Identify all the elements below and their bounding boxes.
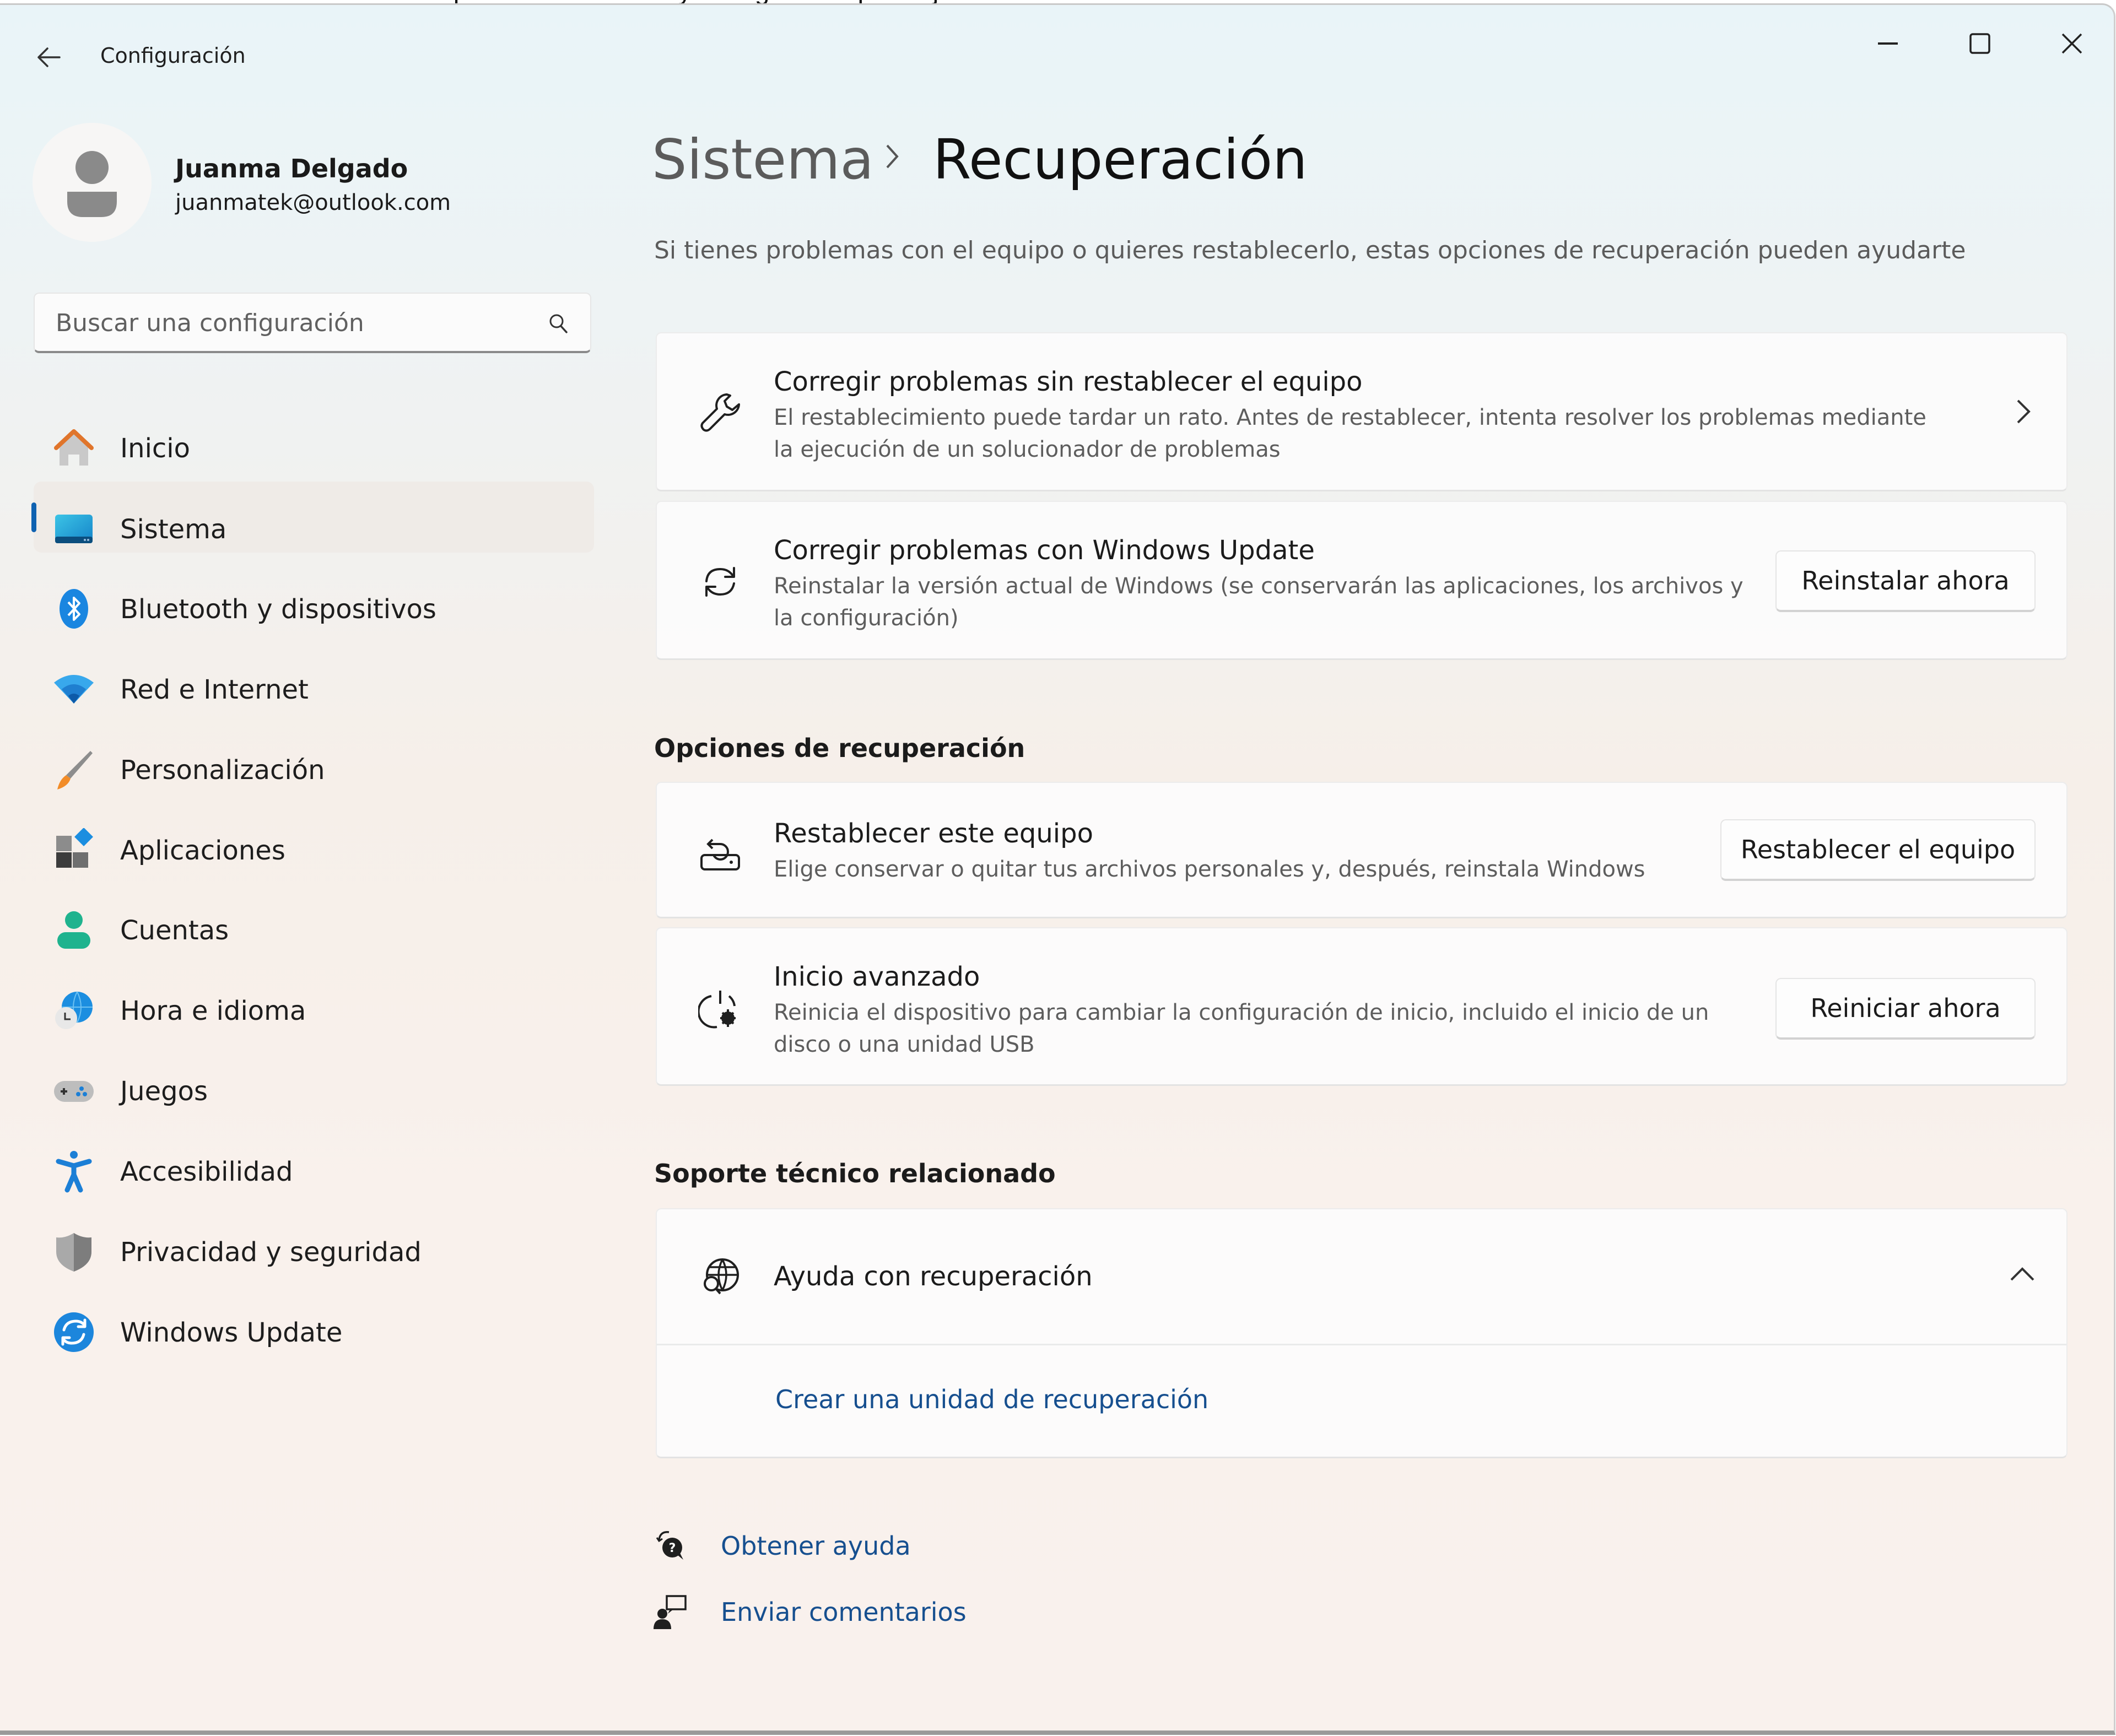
minimize-icon <box>1878 42 1898 45</box>
time-language-icon <box>50 987 98 1034</box>
sidebar-item-cuentas[interactable]: Cuentas <box>34 885 594 951</box>
avatar[interactable] <box>33 123 152 242</box>
sidebar-item-inicio[interactable]: Inicio <box>34 403 594 469</box>
recovery-help-header[interactable]: Ayuda con recuperación <box>657 1209 2066 1344</box>
reset-pc-card: Restablecer este equipo Elige conservar … <box>656 782 2068 918</box>
search-input[interactable] <box>55 306 542 340</box>
search-icon[interactable] <box>547 312 569 337</box>
sidebar-item-label: Cuentas <box>120 915 229 946</box>
gamepad-icon <box>50 1067 98 1115</box>
sidebar-item-privacidad[interactable]: Privacidad y seguridad <box>34 1207 594 1273</box>
reset-pc-button[interactable]: Restablecer el equipo <box>1720 819 2036 881</box>
system-icon <box>50 505 98 553</box>
card-description: Reinstalar la versión actual de Windows … <box>774 574 1743 631</box>
sidebar-item-label: Red e Internet <box>120 674 309 705</box>
card-title: Corregir problemas con Windows Update <box>774 535 1315 566</box>
search-box[interactable] <box>34 293 591 353</box>
sidebar-item-hora[interactable]: Hora e idioma <box>34 966 594 1032</box>
account-icon <box>50 906 98 954</box>
card-title: Restablecer este equipo <box>774 818 1093 849</box>
sidebar-item-label: Windows Update <box>120 1317 343 1348</box>
app-title: Configuración <box>100 44 246 68</box>
close-button[interactable] <box>2039 21 2105 66</box>
card-description: El restablecimiento puede tardar un rato… <box>774 405 1926 462</box>
sidebar-item-label: Inicio <box>120 433 191 464</box>
recovery-help-expander: Ayuda con recuperación Crear una unidad … <box>656 1208 2068 1458</box>
advanced-startup-card: Inicio avanzado Reinicia el dispositivo … <box>656 927 2068 1086</box>
sidebar-item-label: Accesibilidad <box>120 1156 293 1187</box>
create-recovery-drive-link[interactable]: Crear una unidad de recuperación <box>775 1385 1208 1414</box>
card-description: Elige conservar o quitar tus archivos pe… <box>774 857 1645 882</box>
accessibility-icon <box>50 1148 98 1195</box>
user-email: juanmatek@outlook.com <box>175 190 451 215</box>
close-icon <box>2061 33 2082 54</box>
card-description: Reinicia el dispositivo para cambiar la … <box>774 1000 1709 1057</box>
get-help-link[interactable]: Obtener ayuda <box>721 1531 911 1561</box>
sidebar-item-aplicaciones[interactable]: Aplicaciones <box>34 805 594 872</box>
restart-now-button[interactable]: Reiniciar ahora <box>1775 978 2036 1040</box>
sidebar-item-juegos[interactable]: Juegos <box>34 1046 594 1112</box>
apps-icon <box>50 826 98 874</box>
maximize-icon <box>1969 33 1990 54</box>
wifi-icon <box>50 666 98 713</box>
sidebar-item-label: Personalización <box>120 755 325 786</box>
chevron-right-icon[interactable] <box>2012 395 2034 430</box>
sidebar-item-windows-update[interactable]: Windows Update <box>34 1288 594 1354</box>
sidebar-item-personalizacion[interactable]: Personalización <box>34 725 594 791</box>
sidebar-item-label: Sistema <box>120 514 227 545</box>
sync-icon <box>690 551 751 612</box>
globe-search-icon <box>690 1247 751 1307</box>
page-title: Recuperación <box>933 127 1308 192</box>
wrench-icon <box>690 382 751 442</box>
back-arrow-icon <box>37 47 61 67</box>
sidebar-item-label: Aplicaciones <box>120 835 285 866</box>
user-placeholder-icon <box>67 151 117 217</box>
expander-title: Ayuda con recuperación <box>774 1261 1093 1292</box>
related-support-heading: Soporte técnico relacionado <box>654 1159 1056 1188</box>
expander-divider <box>657 1344 2066 1345</box>
get-help-icon: ? <box>652 1528 688 1565</box>
bluetooth-icon <box>50 585 98 632</box>
sidebar-item-label: Privacidad y seguridad <box>120 1237 422 1268</box>
sidebar-item-label: Bluetooth y dispositivos <box>120 594 436 625</box>
breadcrumb-chevron-icon <box>882 137 904 178</box>
feedback-icon <box>652 1594 688 1631</box>
sidebar-item-red[interactable]: Red e Internet <box>34 645 594 711</box>
card-title: Inicio avanzado <box>774 961 980 992</box>
reset-pc-icon <box>690 821 751 882</box>
minimize-button[interactable] <box>1855 21 1921 66</box>
reinstall-now-button[interactable]: Reinstalar ahora <box>1775 550 2036 612</box>
back-button[interactable] <box>26 38 71 77</box>
shield-icon <box>50 1228 98 1275</box>
advanced-startup-icon <box>690 979 751 1040</box>
sidebar-item-label: Hora e idioma <box>120 996 306 1026</box>
sidebar-item-bluetooth[interactable]: Bluetooth y dispositivos <box>34 564 594 630</box>
sidebar-item-accesibilidad[interactable]: Accesibilidad <box>34 1127 594 1193</box>
svg-text:?: ? <box>669 1542 676 1555</box>
get-help-link-row[interactable]: ? Obtener ayuda <box>650 1526 981 1570</box>
chevron-up-icon[interactable] <box>2006 1263 2039 1288</box>
user-name: Juanma Delgado <box>175 154 408 183</box>
home-icon <box>50 424 98 472</box>
recovery-options-heading: Opciones de recuperación <box>654 733 1025 763</box>
maximize-button[interactable] <box>1947 21 2013 66</box>
card-title: Corregir problemas sin restablecer el eq… <box>774 366 1363 397</box>
sidebar-item-sistema[interactable]: Sistema <box>34 484 594 550</box>
windows-update-fix-card: Corregir problemas con Windows Update Re… <box>656 501 2068 660</box>
brush-icon <box>50 746 98 793</box>
send-feedback-link-row[interactable]: Enviar comentarios <box>650 1592 981 1636</box>
fix-without-reset-card[interactable]: Corregir problemas sin restablecer el eq… <box>656 332 2068 491</box>
sidebar-item-label: Juegos <box>120 1076 208 1107</box>
page-subtitle: Si tienes problemas con el equipo o quie… <box>654 236 1966 264</box>
send-feedback-link[interactable]: Enviar comentarios <box>721 1597 967 1627</box>
settings-window: Configuración Juanma Delgado juanmatek@o… <box>0 3 2115 1735</box>
windows-update-icon <box>50 1308 98 1356</box>
breadcrumb-parent[interactable]: Sistema <box>652 127 874 192</box>
